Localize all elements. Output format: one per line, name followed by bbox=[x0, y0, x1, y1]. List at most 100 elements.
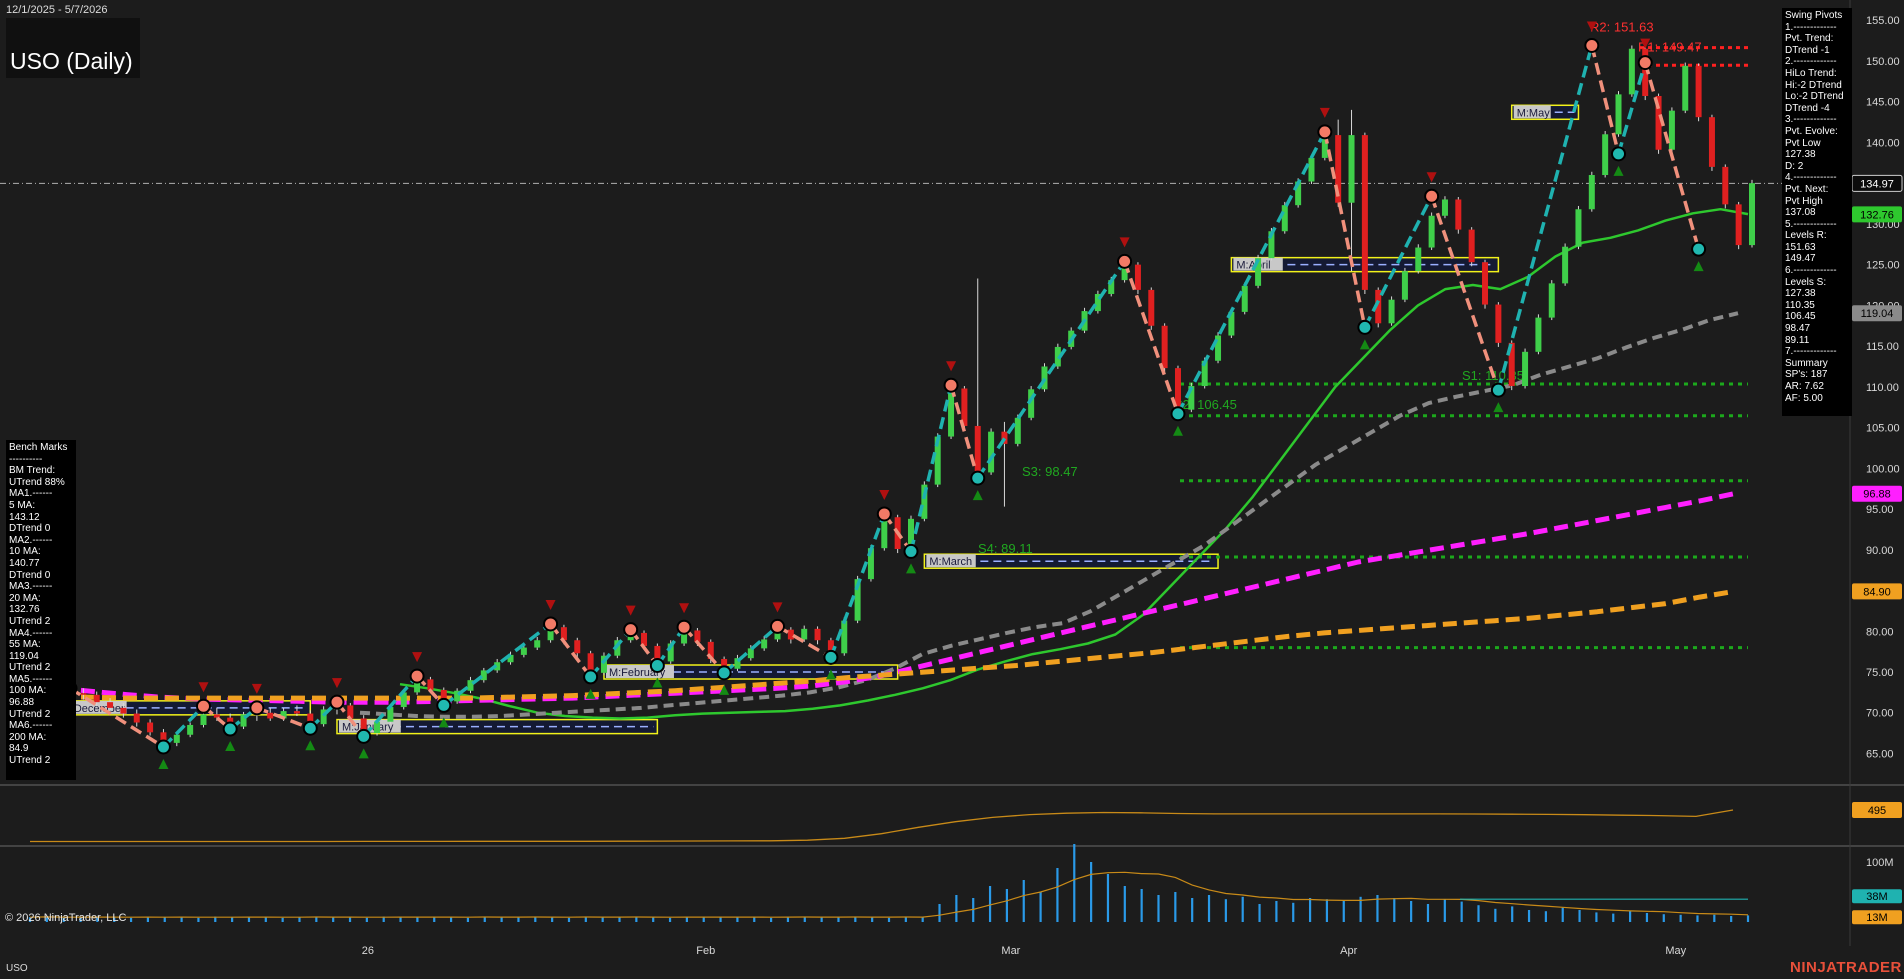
bench-marks-line: 10 MA: bbox=[9, 546, 41, 558]
bear-candle bbox=[814, 628, 821, 641]
bench-marks-line: MA3.------ bbox=[9, 581, 53, 593]
swing-low-marker bbox=[716, 665, 732, 681]
swing-low-marker bbox=[1357, 319, 1373, 335]
swing-pivots-line: 137.08 bbox=[1785, 207, 1816, 219]
bench-marks-line: DTrend 0 bbox=[9, 569, 51, 581]
bench-marks-line: UTrend 2 bbox=[9, 615, 51, 627]
bench-marks-line: MA6.------ bbox=[9, 720, 53, 732]
bear-candle bbox=[1722, 166, 1729, 205]
moving-averages-layer bbox=[59, 207, 1749, 720]
bear-candle bbox=[133, 713, 140, 723]
swing-high-marker bbox=[876, 506, 892, 522]
swing-high-marker bbox=[623, 622, 639, 638]
price-tick-label: 80.00 bbox=[1866, 626, 1894, 638]
bench-marks-line: ---------- bbox=[9, 453, 43, 465]
bull-candle bbox=[1041, 366, 1048, 390]
sell-arrow bbox=[412, 652, 423, 663]
swing-pivots-line: D: 2 bbox=[1785, 160, 1804, 172]
bench-marks-line: 132.76 bbox=[9, 604, 40, 616]
bear-candle bbox=[120, 707, 127, 714]
swing-pivots-line: AR: 7.62 bbox=[1785, 381, 1824, 392]
price-chart[interactable]: M:DecemberM:JanuaryM:FebruaryM:MarchM:Ap… bbox=[0, 0, 1904, 979]
bench-marks-line: DTrend 0 bbox=[9, 523, 51, 535]
bench-marks-line: 5 MA: bbox=[9, 499, 36, 511]
bench-marks-line: MA4.------ bbox=[9, 627, 53, 639]
swing-low-marker bbox=[903, 543, 919, 559]
price-tick-label: 75.00 bbox=[1866, 667, 1894, 679]
date-range: 12/1/2025 - 5/7/2026 bbox=[6, 4, 108, 16]
swing-high-marker bbox=[676, 619, 692, 635]
indicator-panel: 495 bbox=[30, 801, 1902, 843]
volume-average-line bbox=[29, 871, 1749, 918]
bull-candle bbox=[1308, 157, 1315, 182]
copyright: © 2026 NinjaTrader, LLC bbox=[5, 912, 127, 924]
bull-candle bbox=[801, 628, 808, 640]
bull-candle bbox=[1241, 285, 1248, 312]
axis-value-label: 119.04 bbox=[1861, 308, 1894, 320]
sell-arrow bbox=[772, 602, 783, 613]
bench-marks-line: 200 MA: bbox=[9, 731, 47, 743]
swing-pivots-line: 151.63 bbox=[1785, 241, 1816, 253]
support-level-label: S4: 89.11 bbox=[978, 541, 1033, 556]
swing-segment bbox=[909, 384, 953, 552]
bull-candle bbox=[1014, 417, 1021, 444]
bench-marks-line: 119.04 bbox=[9, 650, 39, 662]
monthly-label: M:March bbox=[929, 556, 972, 568]
chart-title: USO (Daily) bbox=[10, 48, 133, 74]
bear-candle bbox=[1695, 65, 1702, 118]
swing-pivots-line: Pvt. Next: bbox=[1785, 183, 1829, 195]
bear-candle bbox=[1455, 199, 1462, 230]
bull-candle bbox=[1548, 283, 1555, 318]
price-tick-label: 65.00 bbox=[1866, 748, 1894, 760]
swing-pivots-line: Pvt Low bbox=[1785, 137, 1821, 149]
bull-candle bbox=[173, 734, 180, 743]
swing-high-marker bbox=[1637, 55, 1653, 71]
bull-candle bbox=[187, 724, 194, 735]
swing-low-marker bbox=[970, 470, 986, 486]
bear-candle bbox=[1482, 262, 1489, 305]
swing-low-marker bbox=[583, 669, 599, 685]
buy-arrow bbox=[158, 758, 169, 769]
swing-pivots-line: 1.------------- bbox=[1785, 21, 1837, 33]
swing-high-marker bbox=[1317, 124, 1333, 140]
bench-marks-line: Bench Marks bbox=[9, 442, 68, 453]
bull-candle bbox=[761, 639, 768, 649]
sell-arrow bbox=[1426, 172, 1437, 183]
swing-pivots-line: Hi:-2 DTrend bbox=[1785, 79, 1842, 91]
swing-low-marker bbox=[1490, 382, 1506, 398]
time-tick-label: Mar bbox=[1001, 945, 1020, 957]
bull-candle bbox=[1588, 175, 1595, 210]
axis-value-label: 132.76 bbox=[1860, 209, 1894, 221]
time-tick-label: 26 bbox=[362, 945, 374, 957]
bull-candle bbox=[1428, 215, 1435, 248]
swing-pivots-line: HiLo Trend: bbox=[1785, 67, 1837, 79]
bull-candle bbox=[200, 714, 207, 725]
bear-candle bbox=[1361, 135, 1368, 290]
swing-pivots-line: Levels S: bbox=[1785, 276, 1827, 288]
price-tick-label: 150.00 bbox=[1866, 56, 1900, 68]
swing-pivots-line: 110.35 bbox=[1785, 299, 1815, 311]
bench-marks-line: 143.12 bbox=[9, 511, 40, 523]
swing-pivots-line: 106.45 bbox=[1785, 311, 1816, 323]
swing-low-marker bbox=[649, 657, 665, 673]
resistance-level-label: R2: 151.63 bbox=[1590, 20, 1654, 35]
swing-high-marker bbox=[943, 377, 959, 393]
swing-pivots-line: Pvt. Evolve: bbox=[1785, 125, 1838, 137]
price-tick-label: 90.00 bbox=[1866, 545, 1894, 557]
monthly-label: M:May bbox=[1517, 107, 1551, 119]
bench-marks-line: 100 MA: bbox=[9, 685, 47, 697]
swing-segment bbox=[1122, 260, 1180, 415]
swing-segment bbox=[1323, 131, 1367, 328]
swing-high-marker bbox=[249, 700, 265, 716]
swing-high-marker bbox=[1117, 253, 1133, 269]
sell-arrow bbox=[1319, 107, 1330, 118]
swing-segment bbox=[1176, 131, 1327, 415]
swing-pivots-line: 6.------------- bbox=[1785, 265, 1837, 277]
swing-high-marker bbox=[195, 698, 211, 714]
axis-value-label: 96.88 bbox=[1863, 489, 1891, 501]
price-tick-label: 95.00 bbox=[1866, 504, 1894, 516]
bench-marks-line: UTrend 2 bbox=[9, 708, 51, 720]
bench-marks-line: MA2.------ bbox=[9, 534, 53, 546]
price-tick-label: 110.00 bbox=[1866, 382, 1899, 394]
swing-low-marker bbox=[356, 728, 372, 744]
